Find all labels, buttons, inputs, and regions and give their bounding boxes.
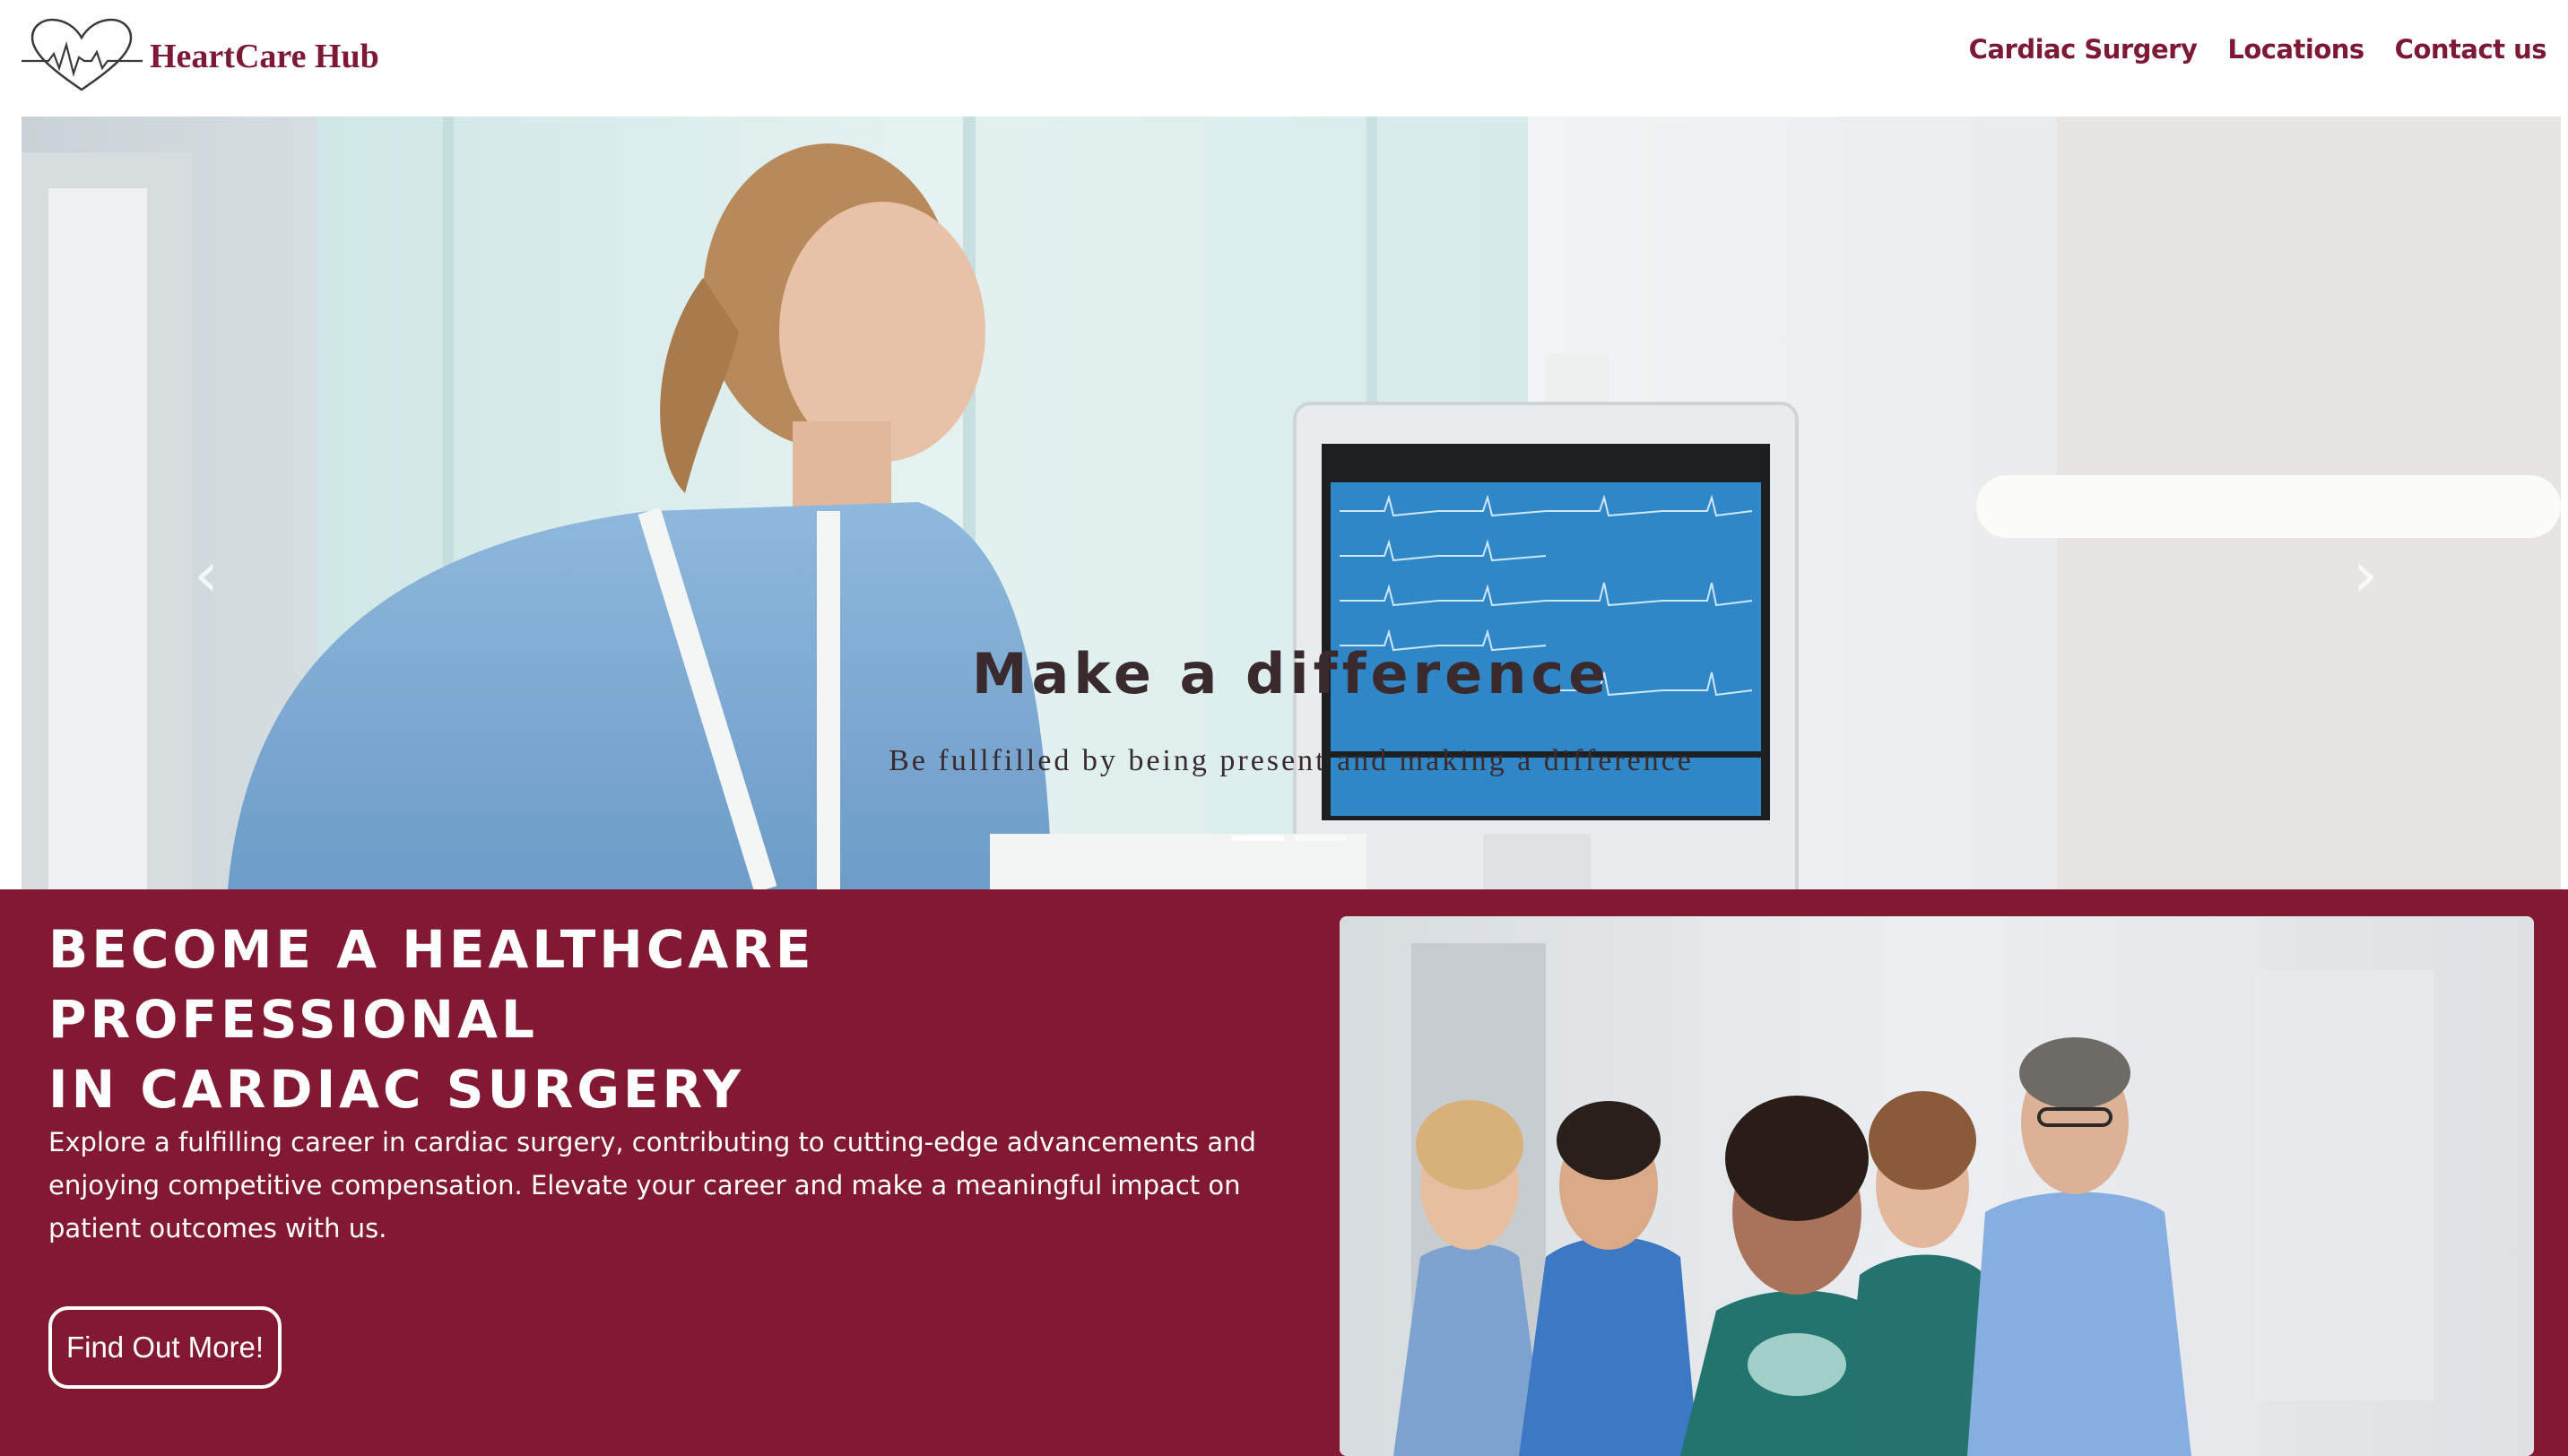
team-image	[1340, 916, 2534, 1456]
career-promo-section: BECOME A HEALTHCARE PROFESSIONAL IN CARD…	[0, 889, 2568, 1456]
carousel-indicator-1[interactable]	[1232, 836, 1284, 841]
hero-subtitle: Be fullfilled by being present and makin…	[889, 744, 1694, 777]
main-nav: Cardiac Surgery Locations Contact us	[1969, 34, 2547, 65]
promo-title-line-1: BECOME A HEALTHCARE PROFESSIONAL	[48, 919, 815, 1050]
brand-logo[interactable]: HeartCare Hub	[22, 18, 379, 95]
nav-link-cardiac-surgery[interactable]: Cardiac Surgery	[1969, 34, 2198, 65]
promo-title-line-2: IN CARDIAC SURGERY	[48, 1059, 745, 1120]
find-out-more-button[interactable]: Find Out More!	[48, 1306, 282, 1389]
carousel-indicators	[1232, 836, 1347, 841]
nav-link-locations[interactable]: Locations	[2227, 34, 2364, 65]
heart-ecg-icon	[22, 18, 143, 91]
carousel-indicator-2[interactable]	[1295, 836, 1347, 841]
brand-name: HeartCare Hub	[150, 38, 379, 75]
hero-carousel: ‹ › Make a difference Be fullfilled by b…	[22, 117, 2561, 889]
nav-link-contact-us[interactable]: Contact us	[2395, 34, 2547, 65]
hero-title: Make a difference	[971, 641, 1611, 706]
promo-description: Explore a fulfilling career in cardiac s…	[48, 1127, 1256, 1244]
promo-title: BECOME A HEALTHCARE PROFESSIONAL IN CARD…	[48, 914, 1304, 1124]
chevron-left-icon[interactable]: ‹	[194, 538, 219, 611]
chevron-right-icon[interactable]: ›	[2353, 538, 2378, 611]
site-header: HeartCare Hub Cardiac Surgery Locations …	[0, 0, 2568, 117]
team-photo	[1340, 916, 2534, 1456]
